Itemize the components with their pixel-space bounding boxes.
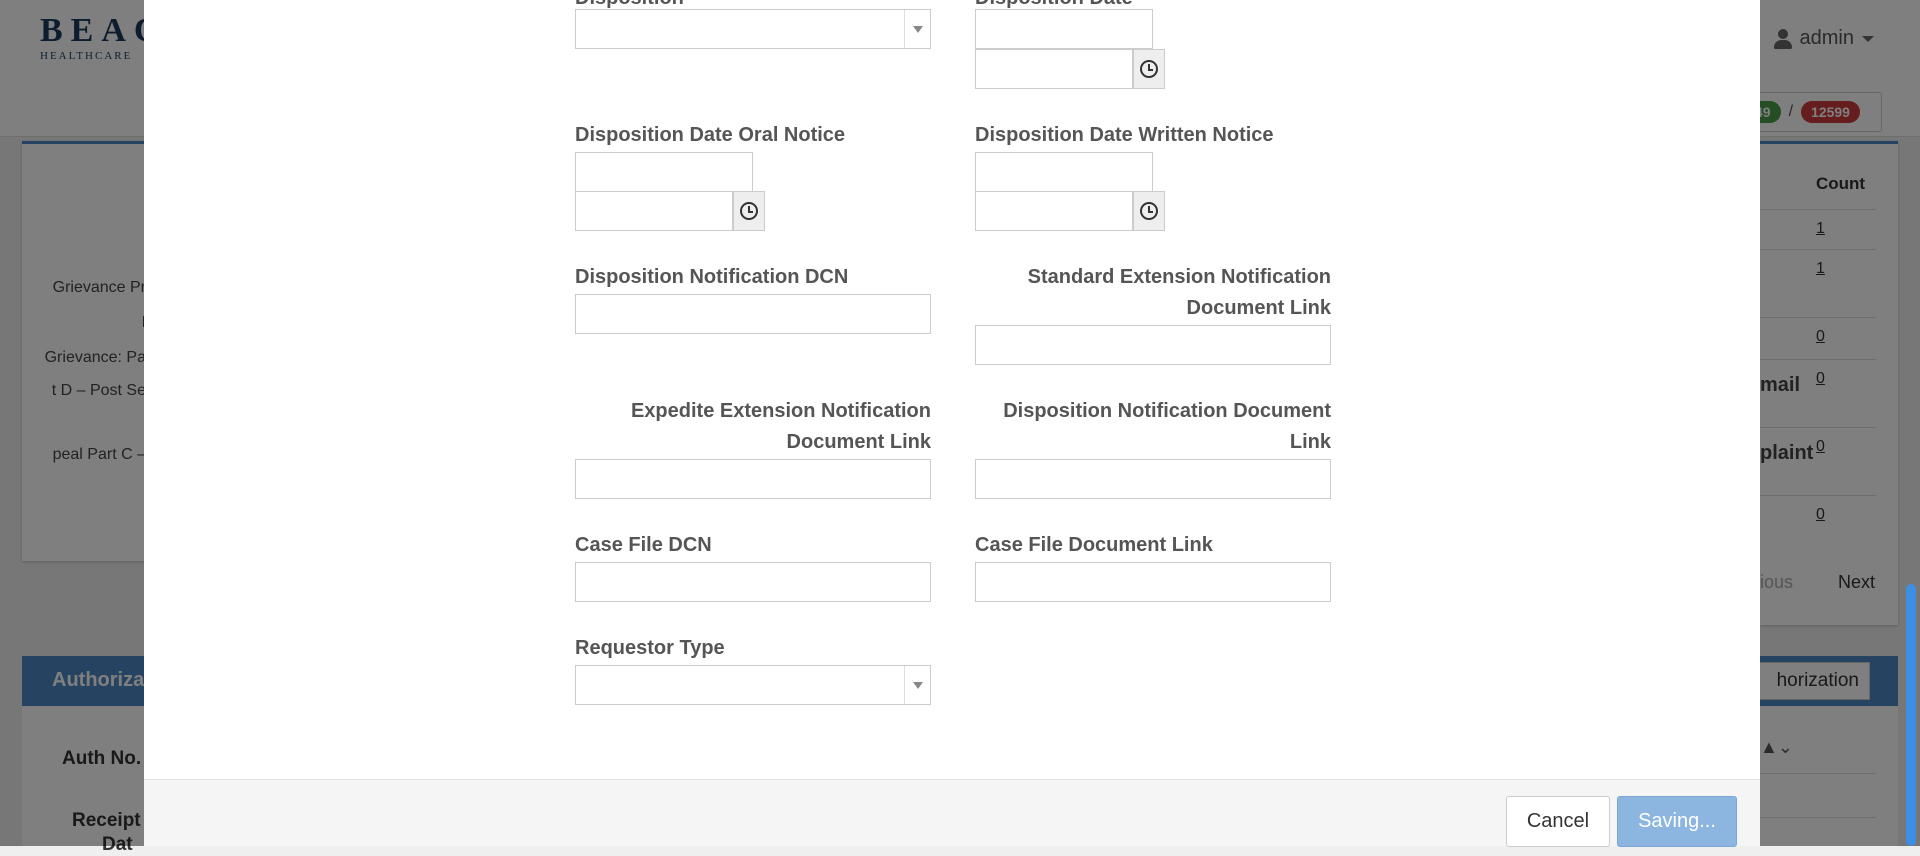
cancel-button[interactable]: Cancel: [1506, 796, 1610, 847]
standard-extension-label-line2: Document Link: [1186, 297, 1331, 319]
written-notice-time-button[interactable]: [1133, 191, 1165, 231]
notification-dcn-label: Disposition Notification DCN: [575, 266, 849, 288]
save-button[interactable]: Saving...: [1617, 796, 1737, 847]
disposition-date-input[interactable]: [975, 9, 1153, 49]
clock-icon: [1140, 60, 1158, 78]
modal-footer: Cancel Saving...: [144, 779, 1760, 847]
case-file-dcn-label: Case File DCN: [575, 534, 712, 556]
notification-document-label-line1: Disposition Notification Document: [1003, 400, 1331, 422]
clock-icon: [740, 202, 758, 220]
notification-document-label-line2: Link: [1289, 431, 1331, 453]
written-notice-time-input[interactable]: [975, 191, 1133, 231]
disposition-time-input[interactable]: [975, 49, 1133, 89]
oral-notice-time-input[interactable]: [575, 191, 733, 231]
notification-document-label: Disposition Notification Document Link: [975, 396, 1331, 458]
written-notice-date-input[interactable]: [975, 152, 1153, 192]
oral-notice-label: Disposition Date Oral Notice: [575, 124, 846, 146]
oral-notice-date-input[interactable]: [575, 152, 753, 192]
dropdown-arrow-icon: [904, 10, 930, 48]
standard-extension-label-line1: Standard Extension Notification: [1027, 266, 1331, 288]
expedite-extension-label-line1: Expedite Extension Notification: [630, 400, 931, 422]
disposition-select[interactable]: [575, 9, 931, 49]
requestor-type-label: Requestor Type: [575, 637, 725, 659]
clock-icon: [1140, 202, 1158, 220]
scrollbar-thumb[interactable]: [1906, 584, 1916, 846]
expedite-extension-input[interactable]: [575, 459, 931, 499]
case-file-link-input[interactable]: [975, 562, 1331, 602]
edit-modal: Disposition Disposition Date Disposition…: [144, 0, 1760, 847]
requestor-type-select[interactable]: [575, 665, 931, 705]
case-file-dcn-input[interactable]: [575, 562, 931, 602]
notification-dcn-input[interactable]: [575, 294, 931, 334]
standard-extension-label: Standard Extension Notification Document…: [975, 262, 1331, 324]
notification-document-input[interactable]: [975, 459, 1331, 499]
oral-notice-time-button[interactable]: [733, 191, 765, 231]
standard-extension-input[interactable]: [975, 325, 1331, 365]
dropdown-arrow-icon: [904, 666, 930, 704]
expedite-extension-label-line2: Document Link: [786, 431, 931, 453]
written-notice-label: Disposition Date Written Notice: [975, 124, 1274, 146]
expedite-extension-label: Expedite Extension Notification Document…: [575, 396, 931, 458]
case-file-link-label: Case File Document Link: [975, 534, 1213, 556]
disposition-time-button[interactable]: [1133, 49, 1165, 89]
